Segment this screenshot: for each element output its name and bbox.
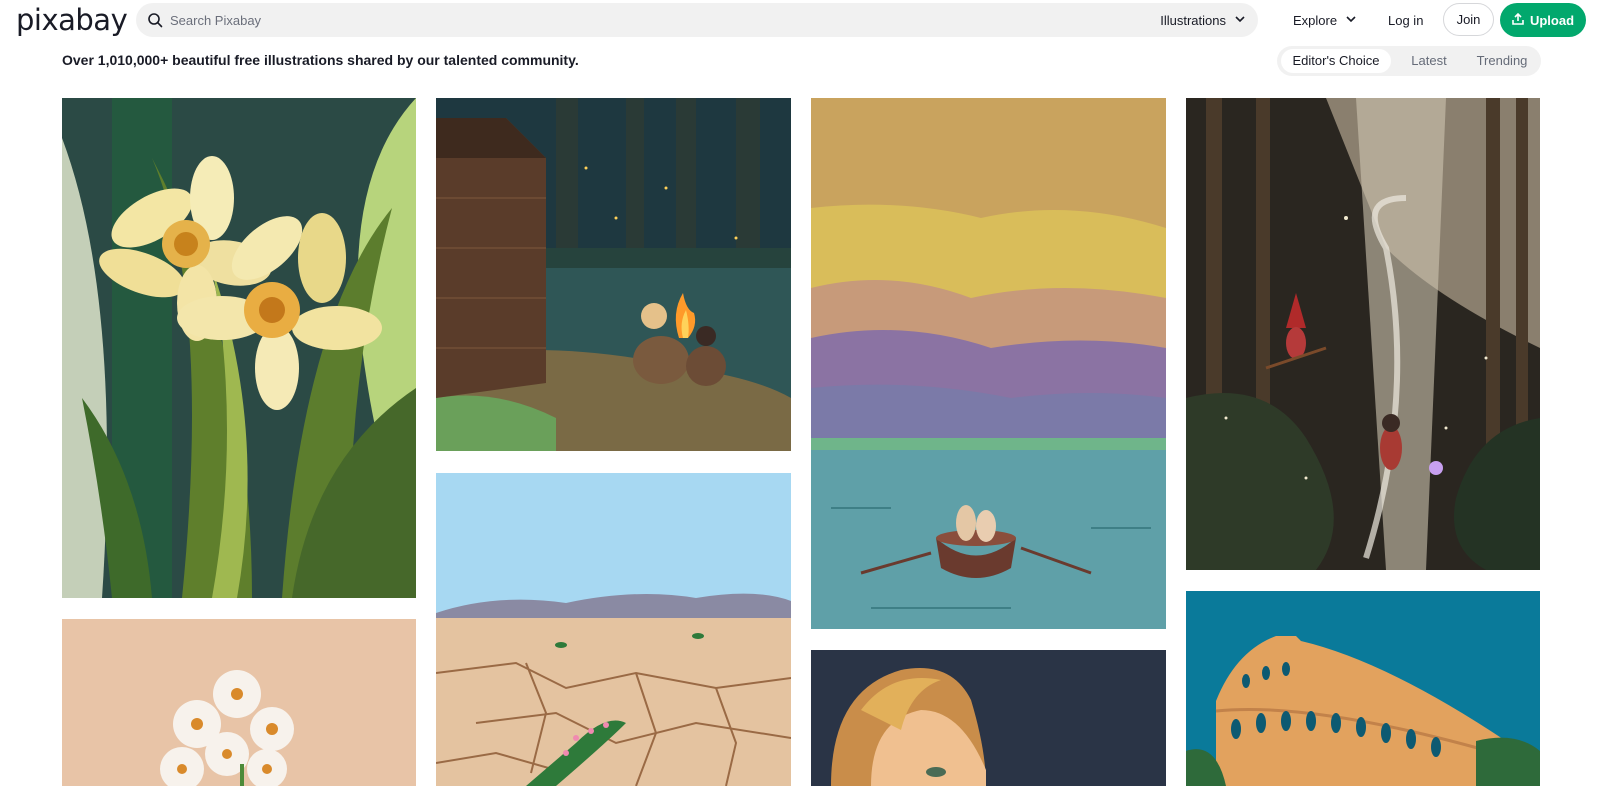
search-icon (147, 12, 163, 28)
chevron-down-icon (1234, 13, 1246, 28)
join-button[interactable]: Join (1443, 3, 1494, 36)
upload-button[interactable]: Upload (1500, 3, 1586, 37)
illustration-witch-forest[interactable] (1186, 98, 1540, 570)
explore-label: Explore (1293, 12, 1338, 28)
upload-label: Upload (1529, 12, 1575, 28)
upload-icon (1512, 12, 1524, 28)
tab-trending[interactable]: Trending (1467, 49, 1537, 73)
search-input[interactable] (170, 3, 1090, 37)
illustration-woman-portrait[interactable] (811, 650, 1166, 786)
search-bar: Illustrations (136, 3, 1258, 37)
illustration-rowboat-lake[interactable] (811, 98, 1166, 629)
tab-latest[interactable]: Latest (1395, 49, 1463, 73)
media-type-dropdown[interactable]: Illustrations (1160, 3, 1246, 37)
explore-menu[interactable]: Explore (1293, 3, 1357, 37)
illustration-dry-desert[interactable] (436, 473, 791, 786)
illustration-campfire[interactable] (436, 98, 791, 451)
sort-tabs: Editor's Choice Latest Trending (1277, 46, 1541, 76)
login-link[interactable]: Log in (1388, 3, 1423, 37)
pixabay-logo[interactable]: pixabay (16, 2, 128, 38)
illustration-white-flowers[interactable] (62, 619, 416, 786)
illustration-daffodils[interactable] (62, 98, 416, 598)
media-type-label: Illustrations (1160, 12, 1226, 28)
illustration-colosseum[interactable] (1186, 591, 1540, 786)
page-tagline: Over 1,010,000+ beautiful free illustrat… (62, 52, 579, 68)
chevron-down-icon (1345, 13, 1357, 28)
tab-editors-choice[interactable]: Editor's Choice (1281, 49, 1391, 73)
